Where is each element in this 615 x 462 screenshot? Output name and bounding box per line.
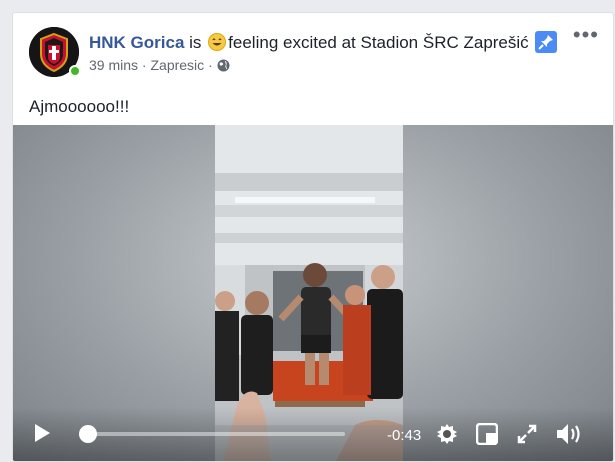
feeling-text[interactable]: feeling excited at Stadion ŠRC Zaprešić: [228, 33, 529, 52]
post-timestamp[interactable]: 39 mins: [89, 57, 138, 73]
progress-scrubber[interactable]: [79, 425, 97, 443]
page-name-link[interactable]: HNK Gorica: [89, 33, 184, 52]
post-body-text: Ajmoooooo!!!: [29, 97, 130, 116]
volume-icon[interactable]: [555, 422, 583, 451]
more-options-icon[interactable]: •••: [573, 24, 599, 46]
fullscreen-icon[interactable]: [517, 424, 537, 449]
post-card: HNK Gorica is feeling excited at Stadion…: [12, 12, 614, 462]
post-location[interactable]: Zapresic: [150, 57, 204, 73]
meta-separator: ·: [141, 57, 147, 73]
meta-separator-2: ·: [208, 57, 213, 73]
time-remaining: -0:43: [387, 427, 422, 444]
video-controls: -0:43: [13, 407, 613, 461]
is-text: is: [189, 33, 202, 52]
globe-icon[interactable]: [217, 59, 230, 75]
post-meta: 39 mins · Zapresic ·: [89, 57, 230, 75]
online-status-dot: [69, 65, 81, 77]
progress-track[interactable]: [81, 432, 345, 436]
settings-icon[interactable]: [435, 422, 459, 451]
pip-icon[interactable]: [475, 422, 499, 450]
video-player[interactable]: -0:43: [13, 125, 613, 461]
play-icon[interactable]: [33, 423, 51, 448]
smiley-emoji-icon: [208, 33, 227, 56]
pin-icon[interactable]: [535, 31, 558, 53]
post-header: HNK Gorica is feeling excited at Stadion…: [89, 31, 558, 56]
